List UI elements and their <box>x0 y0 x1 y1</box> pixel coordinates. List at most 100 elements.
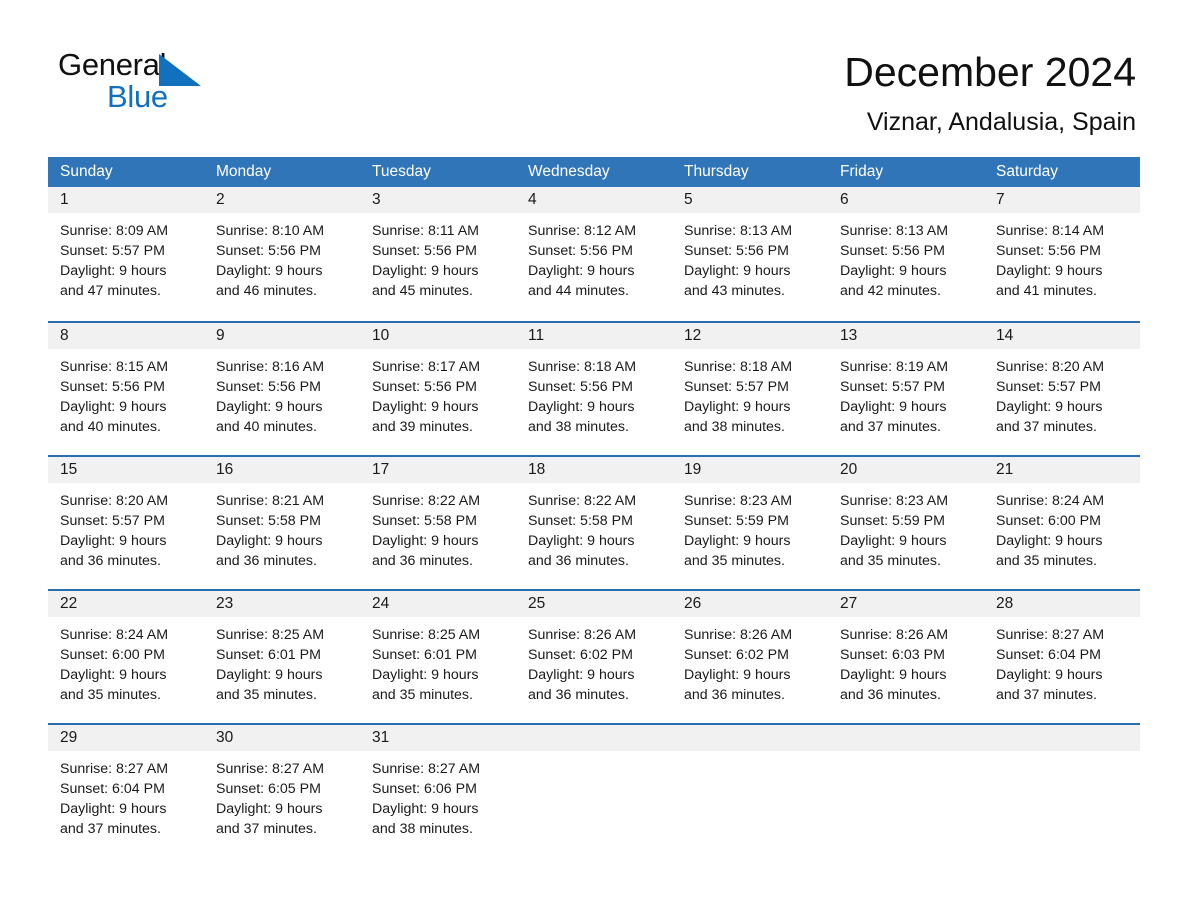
generalblue-logo[interactable]: General Blue <box>58 48 208 120</box>
daylight-text-line2: and 45 minutes. <box>372 283 473 299</box>
day-number: 16 <box>216 461 234 478</box>
day-cell[interactable]: 11 Sunrise: 8:18 AM Sunset: 5:56 PM Dayl… <box>516 323 672 442</box>
weekday-header-monday: Monday <box>216 163 272 180</box>
day-number-band: 14 <box>984 323 1140 349</box>
sunrise-text: Sunrise: 8:17 AM <box>372 359 481 375</box>
day-number-band: 13 <box>828 323 984 349</box>
daylight-text-line1: Daylight: 9 hours <box>684 533 791 549</box>
sunset-text: Sunset: 5:56 PM <box>372 243 477 259</box>
day-number: 22 <box>60 595 78 612</box>
day-cell[interactable]: 25 Sunrise: 8:26 AM Sunset: 6:02 PM Dayl… <box>516 591 672 710</box>
sunset-text: Sunset: 5:56 PM <box>216 243 321 259</box>
day-cell[interactable]: 14 Sunrise: 8:20 AM Sunset: 5:57 PM Dayl… <box>984 323 1140 442</box>
day-cell[interactable]: 23 Sunrise: 8:25 AM Sunset: 6:01 PM Dayl… <box>204 591 360 710</box>
day-cell[interactable]: 29 Sunrise: 8:27 AM Sunset: 6:04 PM Dayl… <box>48 725 204 844</box>
weekday-header-sunday: Sunday <box>60 163 113 180</box>
daylight-text-line2: and 40 minutes. <box>216 419 317 435</box>
sunrise-text: Sunrise: 8:25 AM <box>216 627 325 643</box>
daylight-text-line2: and 35 minutes. <box>684 553 785 569</box>
day-number-band: 9 <box>204 323 360 349</box>
day-cell[interactable]: 15 Sunrise: 8:20 AM Sunset: 5:57 PM Dayl… <box>48 457 204 576</box>
day-cell[interactable]: 27 Sunrise: 8:26 AM Sunset: 6:03 PM Dayl… <box>828 591 984 710</box>
day-cell[interactable]: 18 Sunrise: 8:22 AM Sunset: 5:58 PM Dayl… <box>516 457 672 576</box>
day-cell[interactable]: 6 Sunrise: 8:13 AM Sunset: 5:56 PM Dayli… <box>828 187 984 308</box>
day-cell[interactable]: 24 Sunrise: 8:25 AM Sunset: 6:01 PM Dayl… <box>360 591 516 710</box>
day-details: Sunrise: 8:27 AM Sunset: 6:05 PM Dayligh… <box>204 751 360 839</box>
daylight-text-line1: Daylight: 9 hours <box>372 667 479 683</box>
day-details: Sunrise: 8:23 AM Sunset: 5:59 PM Dayligh… <box>828 483 984 571</box>
daylight-text-line2: and 37 minutes. <box>60 821 161 837</box>
day-number-band: 16 <box>204 457 360 483</box>
sunrise-text: Sunrise: 8:23 AM <box>684 493 793 509</box>
day-cell[interactable]: 3 Sunrise: 8:11 AM Sunset: 5:56 PM Dayli… <box>360 187 516 308</box>
daylight-text-line1: Daylight: 9 hours <box>60 667 167 683</box>
day-number-band: 2 <box>204 187 360 213</box>
day-cell[interactable]: 9 Sunrise: 8:16 AM Sunset: 5:56 PM Dayli… <box>204 323 360 442</box>
day-details: Sunrise: 8:15 AM Sunset: 5:56 PM Dayligh… <box>48 349 204 437</box>
sunset-text: Sunset: 5:57 PM <box>684 379 789 395</box>
day-number: 4 <box>528 191 537 208</box>
day-number-band: 10 <box>360 323 516 349</box>
day-details: Sunrise: 8:27 AM Sunset: 6:04 PM Dayligh… <box>48 751 204 839</box>
day-cell[interactable]: 1 Sunrise: 8:09 AM Sunset: 5:57 PM Dayli… <box>48 187 204 308</box>
sunrise-text: Sunrise: 8:27 AM <box>372 761 481 777</box>
sunset-text: Sunset: 5:56 PM <box>216 379 321 395</box>
day-cell[interactable]: 8 Sunrise: 8:15 AM Sunset: 5:56 PM Dayli… <box>48 323 204 442</box>
day-number: 9 <box>216 327 225 344</box>
day-cell[interactable]: 26 Sunrise: 8:26 AM Sunset: 6:02 PM Dayl… <box>672 591 828 710</box>
day-cell[interactable]: 30 Sunrise: 8:27 AM Sunset: 6:05 PM Dayl… <box>204 725 360 844</box>
day-number: 19 <box>684 461 702 478</box>
daylight-text-line2: and 38 minutes. <box>684 419 785 435</box>
sunset-text: Sunset: 6:05 PM <box>216 781 321 797</box>
daylight-text-line1: Daylight: 9 hours <box>528 533 635 549</box>
day-cell[interactable]: 5 Sunrise: 8:13 AM Sunset: 5:56 PM Dayli… <box>672 187 828 308</box>
day-details: Sunrise: 8:18 AM Sunset: 5:57 PM Dayligh… <box>672 349 828 437</box>
day-cell[interactable]: 22 Sunrise: 8:24 AM Sunset: 6:00 PM Dayl… <box>48 591 204 710</box>
calendar-page: General Blue December 2024 Viznar, Andal… <box>0 0 1188 918</box>
day-number-band: 23 <box>204 591 360 617</box>
day-cell[interactable]: 7 Sunrise: 8:14 AM Sunset: 5:56 PM Dayli… <box>984 187 1140 308</box>
day-cell[interactable]: 31 Sunrise: 8:27 AM Sunset: 6:06 PM Dayl… <box>360 725 516 844</box>
day-cell[interactable]: 28 Sunrise: 8:27 AM Sunset: 6:04 PM Dayl… <box>984 591 1140 710</box>
day-cell[interactable]: 19 Sunrise: 8:23 AM Sunset: 5:59 PM Dayl… <box>672 457 828 576</box>
day-cell[interactable]: 12 Sunrise: 8:18 AM Sunset: 5:57 PM Dayl… <box>672 323 828 442</box>
daylight-text-line1: Daylight: 9 hours <box>216 533 323 549</box>
sunrise-text: Sunrise: 8:13 AM <box>840 223 949 239</box>
day-number: 1 <box>60 191 69 208</box>
day-details: Sunrise: 8:13 AM Sunset: 5:56 PM Dayligh… <box>828 213 984 301</box>
page-title: December 2024 <box>844 49 1136 95</box>
day-cell[interactable]: 2 Sunrise: 8:10 AM Sunset: 5:56 PM Dayli… <box>204 187 360 308</box>
sunrise-text: Sunrise: 8:15 AM <box>60 359 169 375</box>
day-number-band: 4 <box>516 187 672 213</box>
day-cell[interactable]: 4 Sunrise: 8:12 AM Sunset: 5:56 PM Dayli… <box>516 187 672 308</box>
day-cell[interactable]: 21 Sunrise: 8:24 AM Sunset: 6:00 PM Dayl… <box>984 457 1140 576</box>
day-cell[interactable]: 20 Sunrise: 8:23 AM Sunset: 5:59 PM Dayl… <box>828 457 984 576</box>
day-number: 26 <box>684 595 702 612</box>
daylight-text-line1: Daylight: 9 hours <box>996 263 1103 279</box>
logo-text-general: General <box>58 47 167 82</box>
day-number-band: 15 <box>48 457 204 483</box>
daylight-text-line1: Daylight: 9 hours <box>216 667 323 683</box>
day-number: 30 <box>216 729 234 746</box>
daylight-text-line2: and 37 minutes. <box>996 687 1097 703</box>
daylight-text-line2: and 36 minutes. <box>216 553 317 569</box>
day-cell[interactable]: 16 Sunrise: 8:21 AM Sunset: 5:58 PM Dayl… <box>204 457 360 576</box>
weekday-header-wednesday: Wednesday <box>528 163 610 180</box>
sunset-text: Sunset: 6:04 PM <box>60 781 165 797</box>
sunset-text: Sunset: 5:56 PM <box>684 243 789 259</box>
day-cell-empty <box>984 725 1140 844</box>
day-cell[interactable]: 13 Sunrise: 8:19 AM Sunset: 5:57 PM Dayl… <box>828 323 984 442</box>
sunset-text: Sunset: 5:57 PM <box>840 379 945 395</box>
weekday-header-tuesday: Tuesday <box>372 163 431 180</box>
day-cell[interactable]: 10 Sunrise: 8:17 AM Sunset: 5:56 PM Dayl… <box>360 323 516 442</box>
day-number-band: 1 <box>48 187 204 213</box>
day-details <box>828 751 984 759</box>
daylight-text-line1: Daylight: 9 hours <box>840 667 947 683</box>
day-number: 3 <box>372 191 381 208</box>
day-details: Sunrise: 8:10 AM Sunset: 5:56 PM Dayligh… <box>204 213 360 301</box>
week-row: 22 Sunrise: 8:24 AM Sunset: 6:00 PM Dayl… <box>48 589 1140 710</box>
day-cell[interactable]: 17 Sunrise: 8:22 AM Sunset: 5:58 PM Dayl… <box>360 457 516 576</box>
sunset-text: Sunset: 5:56 PM <box>372 379 477 395</box>
daylight-text-line2: and 38 minutes. <box>372 821 473 837</box>
daylight-text-line1: Daylight: 9 hours <box>684 263 791 279</box>
